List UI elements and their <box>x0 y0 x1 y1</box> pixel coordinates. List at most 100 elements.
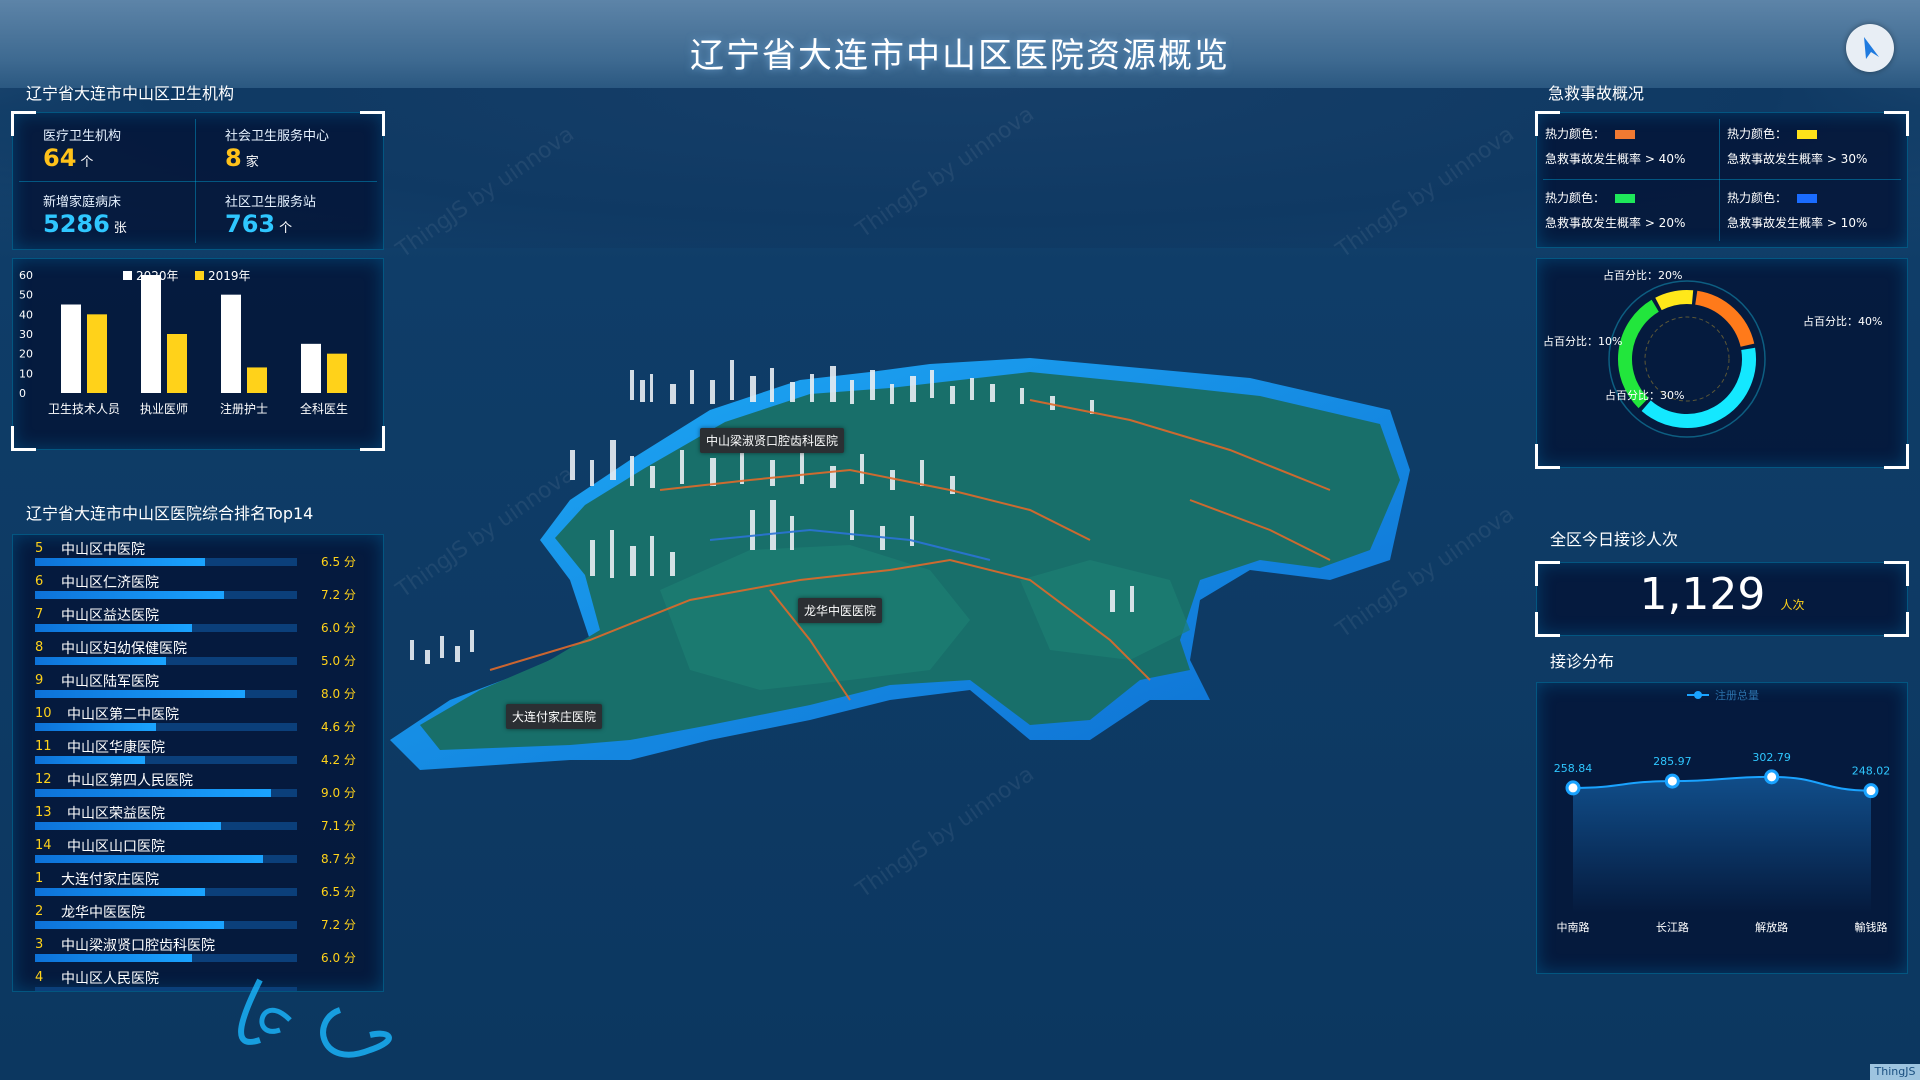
accident-section-title: 急救事故概况 <box>1548 84 1645 103</box>
ranking-number: 5 <box>35 541 44 556</box>
data-label: 302.79 <box>1752 751 1791 764</box>
ranking-row[interactable]: 9 中山区陆军医院 8.0 分 <box>19 671 369 704</box>
ranking-score-track <box>35 591 297 599</box>
y-tick-label: 30 <box>19 328 33 341</box>
ranking-hospital-name: 中山区仁济医院 <box>61 575 159 591</box>
rank-section-title: 辽宁省大连市中山区医院综合排名Top14 <box>26 504 314 523</box>
ranking-score-bar <box>35 888 206 896</box>
ranking-number: 12 <box>35 772 52 787</box>
map-marker-fujiazhuang-hospital[interactable]: 大连付家庄医院 <box>506 704 603 729</box>
data-label: 258.84 <box>1554 762 1593 775</box>
ranking-hospital-name: 中山区第四人民医院 <box>67 773 193 789</box>
staff-bar-chart: 01020304050602020年2019年卫生技术人员执业医师注册护士全科医… <box>19 269 348 416</box>
heat-legend-30: 热力颜色： 急救事故发生概率 > 30% <box>1727 127 1868 166</box>
ranking-row[interactable]: 7 中山区益达医院 6.0 分 <box>19 605 369 638</box>
y-tick-label: 50 <box>19 289 33 302</box>
x-tick-label: 中南路 <box>1557 921 1590 934</box>
ranking-score: 8.0 分 <box>321 687 356 701</box>
stat-family-beds: 新增家庭病床 5286 张 <box>43 195 127 238</box>
ranking-score-bar <box>35 756 146 764</box>
x-tick-label: 全科医生 <box>300 401 348 416</box>
ranking-score-bar <box>35 789 271 797</box>
visits-section-title: 全区今日接诊人次 <box>1550 530 1679 549</box>
ranking-row[interactable]: 11 中山区华康医院 4.2 分 <box>19 737 369 770</box>
accident-donut-panel: 占百分比：20% 占百分比：40% 占百分比：30% 占百分比：10% <box>1535 258 1909 469</box>
ranking-score: 6.5 分 <box>321 885 356 899</box>
ranking-row[interactable]: 10 中山区第二中医院 4.6 分 <box>19 704 369 737</box>
ranking-hospital-name: 中山区陆军医院 <box>61 674 159 690</box>
x-tick-label: 长江路 <box>1656 921 1689 934</box>
visits-value: 1,129 <box>1639 569 1766 620</box>
line-point <box>1565 780 1581 796</box>
ranking-row[interactable]: 12 中山区第四人民医院 9.0 分 <box>19 770 369 803</box>
ranking-score-track <box>35 855 297 863</box>
ranking-hospital-name: 中山区山口医院 <box>67 839 165 855</box>
ranking-score: 9.0 分 <box>321 786 356 800</box>
y-tick-label: 60 <box>19 269 33 282</box>
donut-slice-label: 占百分比：30% <box>1605 388 1684 402</box>
ranking-hospital-name: 中山区中医院 <box>61 542 145 558</box>
heat-swatch <box>1797 194 1818 203</box>
line-point <box>1764 769 1780 785</box>
ranking-number: 2 <box>35 904 44 919</box>
ranking-hospital-name: 中山区荣益医院 <box>67 806 165 822</box>
ranking-row[interactable]: 5 中山区中医院 6.5 分 <box>19 539 369 572</box>
ranking-hospital-name: 中山区妇幼保健医院 <box>61 641 187 657</box>
stat-medical-institutions: 医疗卫生机构 64 个 <box>43 129 122 172</box>
legend-swatch <box>195 271 204 280</box>
x-tick-label: 执业医师 <box>140 402 188 416</box>
visits-counter-panel: 1,129 人次 <box>1535 561 1909 637</box>
heat-swatch <box>1797 130 1818 139</box>
bar-2019 <box>167 334 187 393</box>
ranking-score: 7.2 分 <box>321 588 356 602</box>
ranking-hospital-name: 中山区第二中医院 <box>67 707 179 723</box>
ranking-number: 10 <box>35 706 52 721</box>
distribution-line-chart: 注册总量 258.84 中南路 285.97 长江路 302.79 解放路 248.02 輸钱路 <box>1554 688 1891 934</box>
ranking-score: 6.5 分 <box>321 555 356 569</box>
y-tick-label: 10 <box>19 367 33 380</box>
donut-slice-label: 占百分比：40% <box>1803 314 1882 328</box>
line-point <box>1863 783 1879 799</box>
ranking-score-bar <box>35 591 224 599</box>
ranking-number: 6 <box>35 574 44 589</box>
map-marker-longhua-hospital[interactable]: 龙华中医医院 <box>798 598 883 623</box>
ranking-score-bar <box>35 921 224 929</box>
heat-swatch <box>1615 130 1636 139</box>
ranking-score-bar <box>35 690 245 698</box>
ranking-score-track <box>35 657 297 665</box>
ranking-score-bar <box>35 723 156 731</box>
ranking-hospital-name: 中山区益达医院 <box>61 608 159 624</box>
hospital-ranking-panel[interactable]: 5 中山区中医院 6.5 分 6 中山区仁济医院 7.2 分 7 中山区益达医院 6.0 分 8 中… <box>12 534 384 992</box>
accident-donut-chart: 占百分比：20% 占百分比：40% 占百分比：30% 占百分比：10% <box>1543 268 1882 438</box>
ranking-number: 4 <box>35 970 44 985</box>
bar-2019 <box>327 353 347 393</box>
ranking-row[interactable]: 2 龙华中医医院 7.2 分 <box>19 902 369 935</box>
staff-bar-chart-panel: 01020304050602020年2019年卫生技术人员执业医师注册护士全科医… <box>11 258 385 451</box>
ranking-row[interactable]: 1 大连付家庄医院 6.5 分 <box>19 869 369 902</box>
ranking-hospital-name: 龙华中医医院 <box>61 905 145 921</box>
ranking-score: 7.2 分 <box>321 918 356 932</box>
compass-button[interactable] <box>1846 24 1894 72</box>
bar-2020 <box>141 275 161 393</box>
donut-outer-ring <box>1608 280 1766 438</box>
ranking-number: 13 <box>35 805 52 820</box>
heat-swatch <box>1615 194 1636 203</box>
ranking-number: 7 <box>35 607 44 622</box>
stat-service-stations: 社区卫生服务站 763 个 <box>225 195 317 238</box>
ranking-score-bar <box>35 558 206 566</box>
org-section-title: 辽宁省大连市中山区卫生机构 <box>26 84 235 103</box>
ranking-row[interactable]: 14 中山区山口医院 8.7 分 <box>19 836 369 869</box>
org-stats-panel: 医疗卫生机构 64 个 社会卫生服务中心 8家 新增家庭病床 5286 张 社区卫生… <box>11 111 385 250</box>
ranking-row[interactable]: 13 中山区荣益医院 7.1 分 <box>19 803 369 836</box>
ranking-number: 1 <box>35 871 44 886</box>
ranking-score-track <box>35 822 297 830</box>
ranking-score-track <box>35 624 297 632</box>
legend-swatch <box>123 271 132 280</box>
ranking-score-bar <box>35 855 263 863</box>
y-tick-label: 0 <box>19 387 26 400</box>
x-tick-label: 解放路 <box>1755 920 1788 934</box>
ranking-row[interactable]: 6 中山区仁济医院 7.2 分 <box>19 572 369 605</box>
map-marker-dental-hospital[interactable]: 中山梁淑贤口腔齿科医院 <box>700 428 845 453</box>
ranking-score-bar <box>35 954 193 962</box>
ranking-row[interactable]: 8 中山区妇幼保健医院 5.0 分 <box>19 638 369 671</box>
